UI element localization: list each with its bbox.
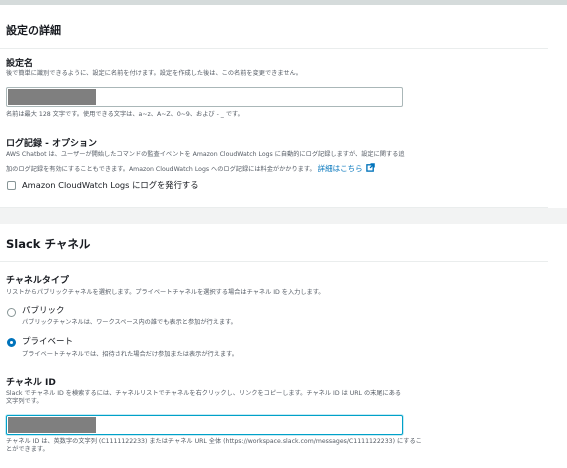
logging-label: ログ記録 - オプション — [6, 139, 98, 149]
panel-gap — [0, 208, 567, 224]
channel-id-hint-line2: とができます。 — [6, 446, 49, 453]
channel-id-field[interactable] — [6, 415, 403, 435]
channel-id-hint-line1: チャネル ID は、英数字の文字列 (C1111122233) またはチャネル … — [6, 438, 422, 445]
radio-private-label[interactable]: プライベート — [22, 337, 73, 347]
channel-id-label: チャネル ID — [6, 378, 56, 388]
logging-description-text: 加のログ記録を有効にすることもできます。Amazon CloudWatch Lo… — [6, 166, 316, 173]
channel-id-description-line1: Slack でチャネル ID を検索するには、チャネルリストでチャネルを右クリッ… — [6, 390, 402, 397]
cloudwatch-logs-checkbox-label[interactable]: Amazon CloudWatch Logs にログを発行する — [22, 180, 199, 190]
cloudwatch-logs-checkbox[interactable] — [7, 181, 16, 190]
config-name-constraint: 名前は最大 128 文字です。使用できる文字は、a~z、A~Z、0~9、および … — [6, 111, 244, 118]
radio-private-description: プライベートチャネルでは、招待された場合だけ参加または表示が行えます。 — [22, 351, 238, 358]
config-name-input[interactable] — [7, 88, 402, 106]
radio-public[interactable] — [7, 308, 16, 317]
logging-description-line2: 加のログ記録を有効にすることもできます。Amazon CloudWatch Lo… — [6, 163, 375, 175]
channel-type-label: チャネルタイプ — [6, 276, 69, 286]
learn-more-link-text[interactable]: 詳細はこちら — [318, 164, 363, 173]
radio-public-label[interactable]: パブリック — [22, 306, 65, 316]
external-link-icon — [365, 163, 375, 172]
radio-public-description: パブリックチャンネルは、ワークスペース内の誰でも表示と参加が行えます。 — [22, 319, 237, 326]
slack-header-title: Slack チャネル — [6, 237, 91, 251]
channel-id-description-line2: 文字列です。 — [6, 398, 43, 405]
config-name-description: 後で簡単に識別できるように、設定に名前を付けます。設定を作成した後は、この名前を… — [6, 70, 302, 77]
logging-description-line1: AWS Chatbot は、ユーザーが開始したコマンドの監査イベントを Amaz… — [6, 151, 405, 158]
slack-panel-header: Slack チャネル — [0, 224, 548, 262]
channel-id-input[interactable] — [7, 416, 402, 434]
config-name-field[interactable] — [6, 87, 403, 107]
details-panel-header: 設定の詳細 — [0, 5, 548, 49]
config-name-label: 設定名 — [6, 59, 34, 69]
learn-more-link[interactable]: 詳細はこちら — [318, 163, 375, 173]
details-header-title: 設定の詳細 — [6, 24, 61, 37]
radio-private[interactable] — [7, 338, 16, 347]
channel-type-description: リストからパブリックチャネルを選択します。プライベートチャネルを選択する場合はチ… — [6, 289, 325, 296]
